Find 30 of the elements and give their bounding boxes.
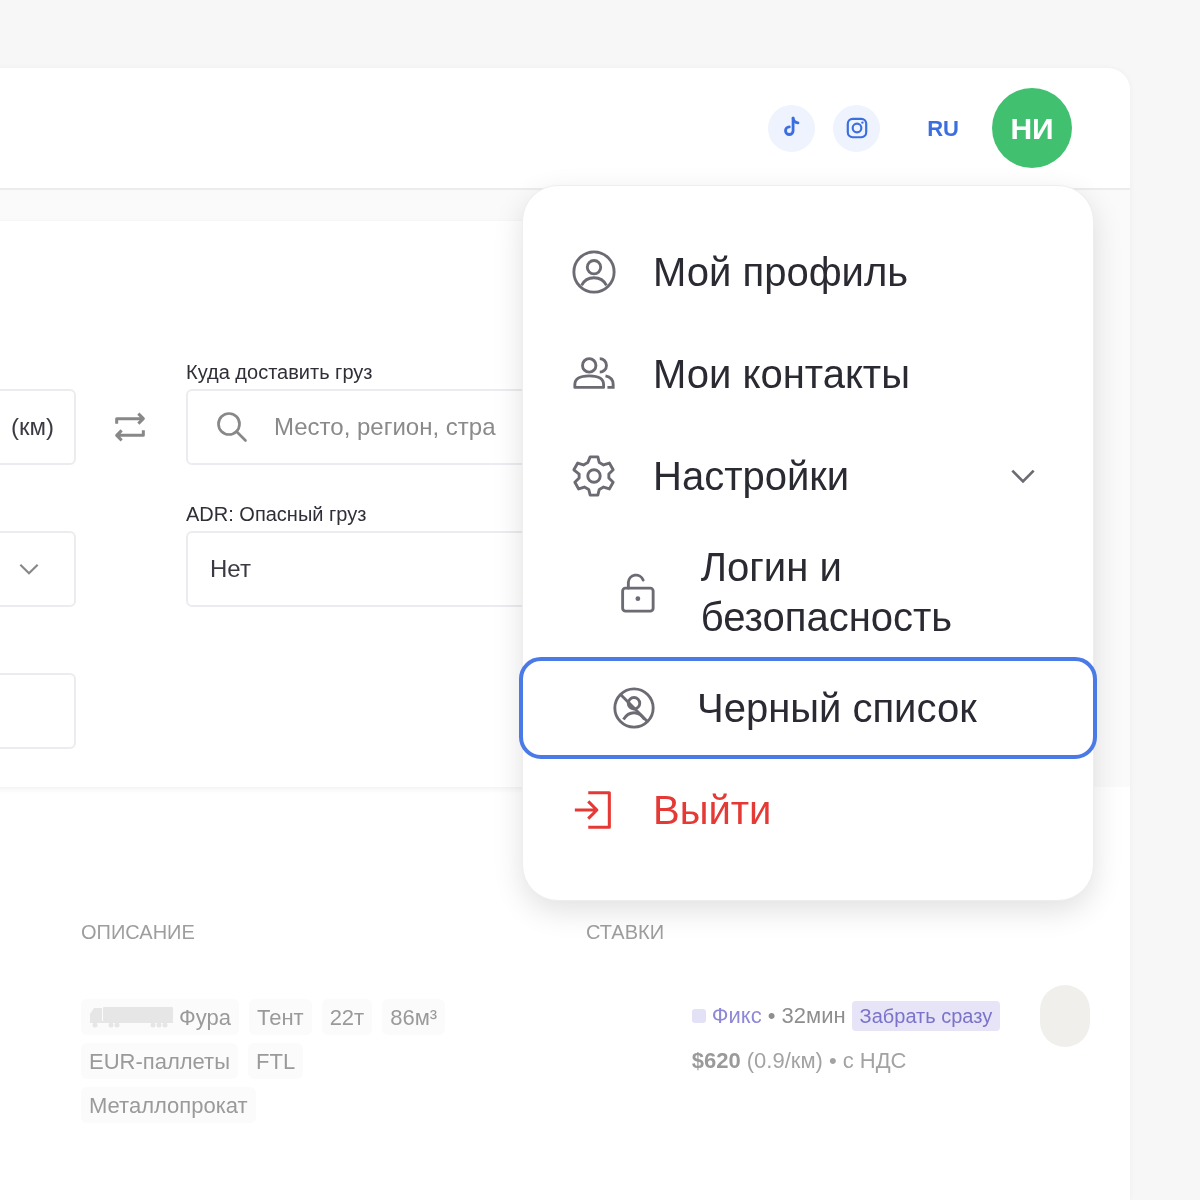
status-badge: Забрать сразу xyxy=(851,1000,1001,1031)
menu-item[interactable]: Выйти xyxy=(523,759,1093,861)
tag-label: Фура xyxy=(179,1003,231,1032)
time-text: • 32мин xyxy=(767,1002,846,1030)
rate-type: Фикс xyxy=(711,1002,762,1030)
price-text: $620 xyxy=(691,1047,741,1075)
per-km-text: (0.9/км) xyxy=(746,1047,823,1075)
field-label: Куда доставить груз xyxy=(186,360,373,381)
settings-icon xyxy=(571,453,617,499)
field-label: ADR: Опасный груз xyxy=(186,502,367,523)
vat-text: • с НДС xyxy=(828,1047,907,1075)
column-header: СТАВКИ xyxy=(586,920,665,945)
search-icon xyxy=(214,409,250,445)
menu-item-label: Мой профиль xyxy=(653,249,910,296)
menu-item[interactable]: Мой профиль xyxy=(523,221,1093,323)
language-switch[interactable]: RU xyxy=(927,111,959,145)
menu-item-label: Черный список xyxy=(697,685,978,732)
blocked-user-icon xyxy=(611,685,657,731)
cargo-tag: FTL xyxy=(248,1043,304,1079)
column-header: ОПИСАНИЕ xyxy=(81,920,196,945)
cargo-tag: Тент xyxy=(248,999,312,1035)
input-field[interactable]: (км) xyxy=(0,389,76,465)
menu-item-label: Выйти xyxy=(653,787,773,834)
menu-item[interactable]: Черный список xyxy=(519,657,1097,759)
cargo-tag: 22т xyxy=(321,999,373,1035)
cargo-tag: Металлопрокат xyxy=(81,1087,256,1123)
placeholder-text: Место, регион, стра xyxy=(274,412,496,442)
cargo-tag: EUR-паллеты xyxy=(81,1043,238,1079)
cargo-tag: 86м³ xyxy=(382,999,446,1035)
user-icon xyxy=(571,249,617,295)
